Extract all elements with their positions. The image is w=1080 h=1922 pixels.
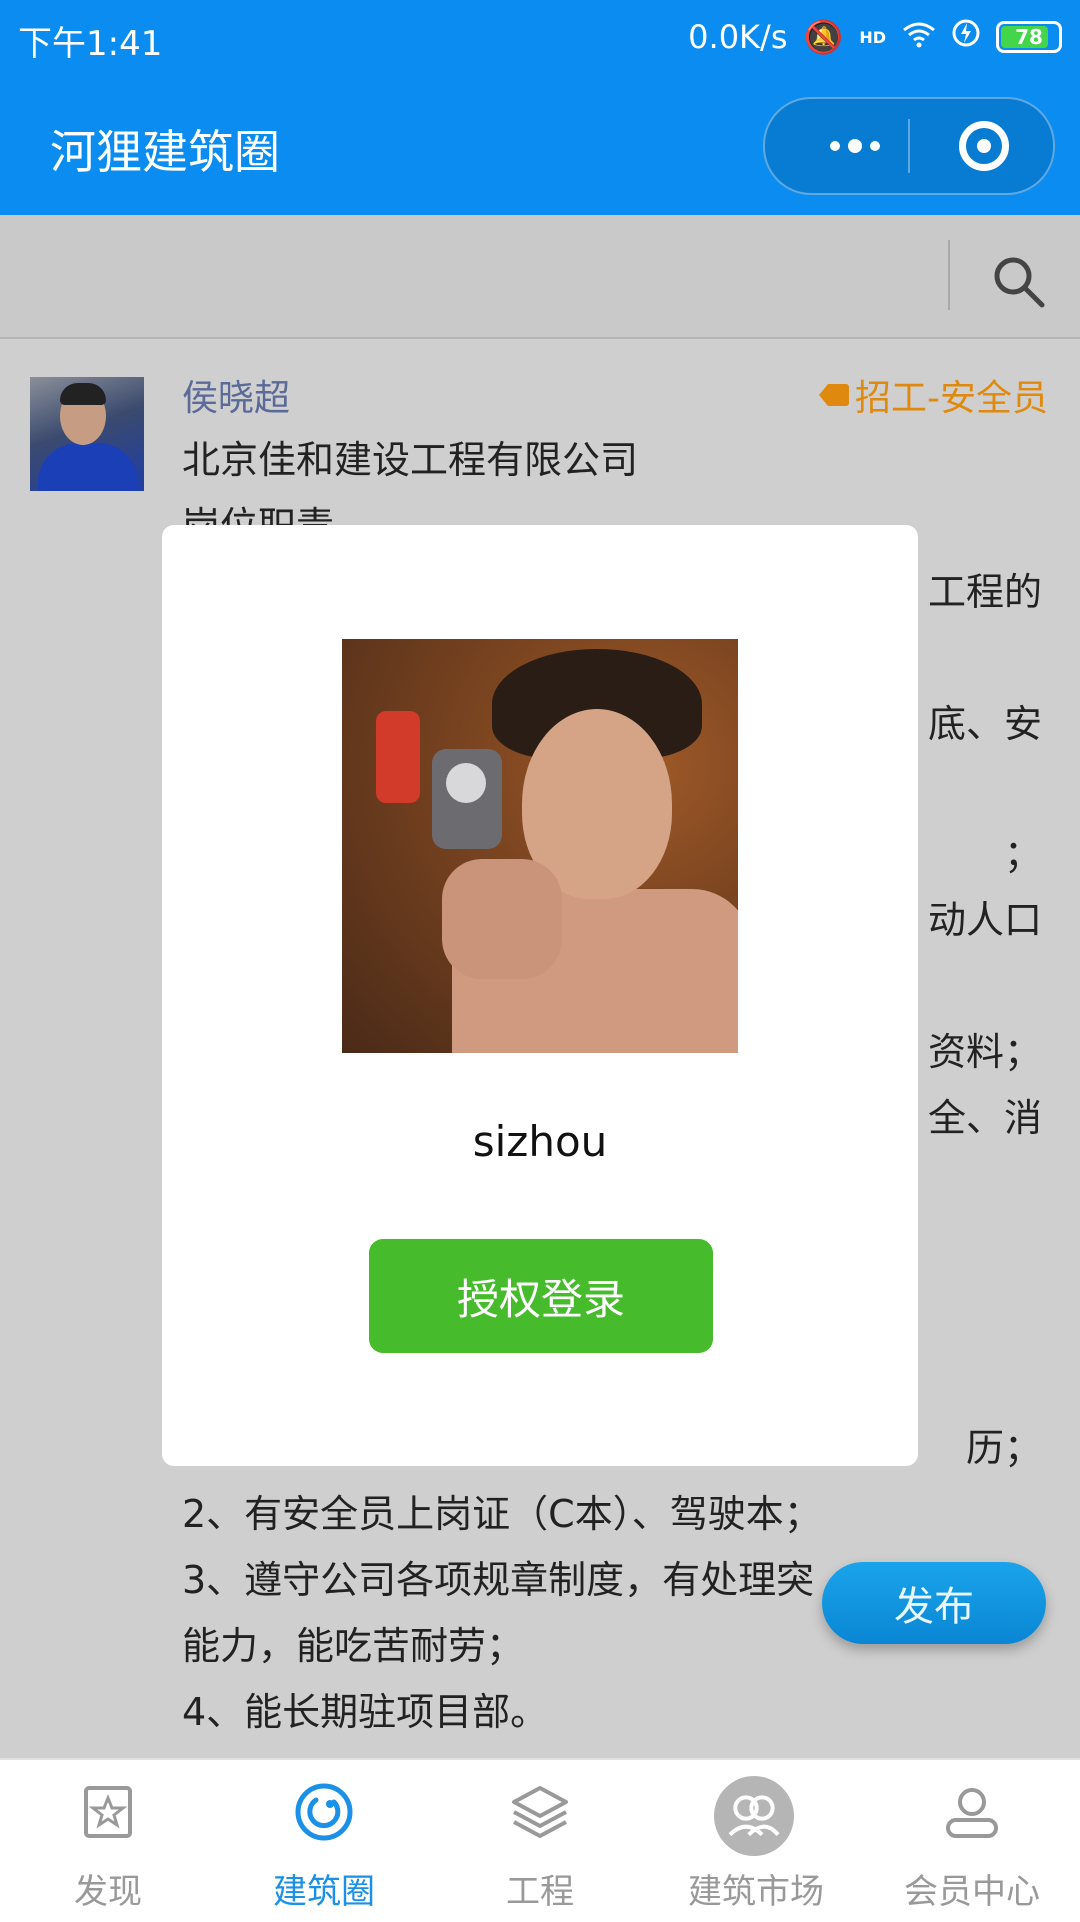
publish-button[interactable]: 发布	[822, 1562, 1046, 1644]
post-text-fragment: 工程的	[927, 570, 1042, 614]
status-indicators: 0.0K/s 🔕 HD 78	[688, 14, 1062, 60]
post-requirement: 2、有安全员上岗证（C本）、驾驶本；	[182, 1492, 822, 1536]
network-speed: 0.0K/s	[688, 18, 788, 56]
post-text-fragment: 动人口	[927, 898, 1042, 942]
tab-discover[interactable]: 发现	[0, 1760, 216, 1922]
layers-icon	[512, 1786, 568, 1838]
tab-label: 会员中心	[904, 1872, 1040, 1912]
tag-icon	[819, 384, 849, 406]
battery-icon: 78	[996, 21, 1062, 53]
search-bar	[0, 215, 1080, 339]
user-avatar-photo	[342, 639, 738, 1053]
wifi-icon	[902, 18, 936, 56]
tab-market[interactable]: 建筑市场	[648, 1760, 864, 1922]
post-company: 北京佳和建设工程有限公司	[182, 438, 639, 482]
tag-label: 招工-安全员	[855, 378, 1048, 419]
authorize-login-button[interactable]: 授权登录	[369, 1239, 713, 1353]
post-requirement: 能力，能吃苦耐劳；	[182, 1624, 525, 1668]
status-bar: 下午1:41 0.0K/s 🔕 HD 78	[0, 0, 1080, 75]
signal-icon: HD	[859, 27, 886, 47]
mute-bell-icon: 🔕	[803, 18, 844, 56]
miniprogram-capsule	[763, 97, 1055, 195]
close-target-icon[interactable]	[959, 121, 1009, 171]
charging-icon	[952, 18, 980, 56]
circle-swirl-icon	[295, 1783, 353, 1841]
modal-username: sizhou	[472, 1117, 608, 1166]
tab-label: 发现	[74, 1872, 142, 1912]
post-requirement: 3、遵守公司各项规章制度，有处理突	[182, 1558, 815, 1602]
avatar[interactable]	[30, 377, 144, 491]
post-text-fragment: 历；	[965, 1426, 1042, 1470]
status-time: 下午1:41	[18, 24, 163, 64]
bottom-tab-bar: 发现 建筑圈 工程 建筑市场 会员中心	[0, 1758, 1080, 1922]
post-text-fragment: 全、消	[927, 1096, 1042, 1140]
star-frame-icon	[84, 1786, 132, 1838]
tab-circle[interactable]: 建筑圈	[216, 1760, 432, 1922]
tab-label: 建筑圈	[273, 1872, 375, 1912]
tab-project[interactable]: 工程	[432, 1760, 648, 1922]
user-icon	[946, 1788, 998, 1838]
tab-label: 工程	[506, 1872, 574, 1912]
search-icon[interactable]	[990, 253, 1046, 309]
auth-modal: sizhou 授权登录	[162, 525, 918, 1466]
top-bar: 下午1:41 0.0K/s 🔕 HD 78 河狸建筑圈	[0, 0, 1080, 215]
post-author[interactable]: 侯晓超	[182, 369, 290, 421]
tab-label: 建筑市场	[688, 1872, 824, 1912]
page-title: 河狸建筑圈	[50, 125, 280, 179]
post-text-fragment: 资料；	[927, 1030, 1042, 1074]
more-icon[interactable]	[805, 99, 905, 193]
post-text-fragment: ；	[1003, 832, 1042, 876]
market-people-icon	[714, 1776, 794, 1856]
tab-member[interactable]: 会员中心	[864, 1760, 1080, 1922]
post-requirement: 4、能长期驻项目部。	[182, 1690, 549, 1734]
post-text-fragment: 底、安	[927, 702, 1042, 746]
post-tag[interactable]: 招工-安全员	[819, 369, 1048, 421]
